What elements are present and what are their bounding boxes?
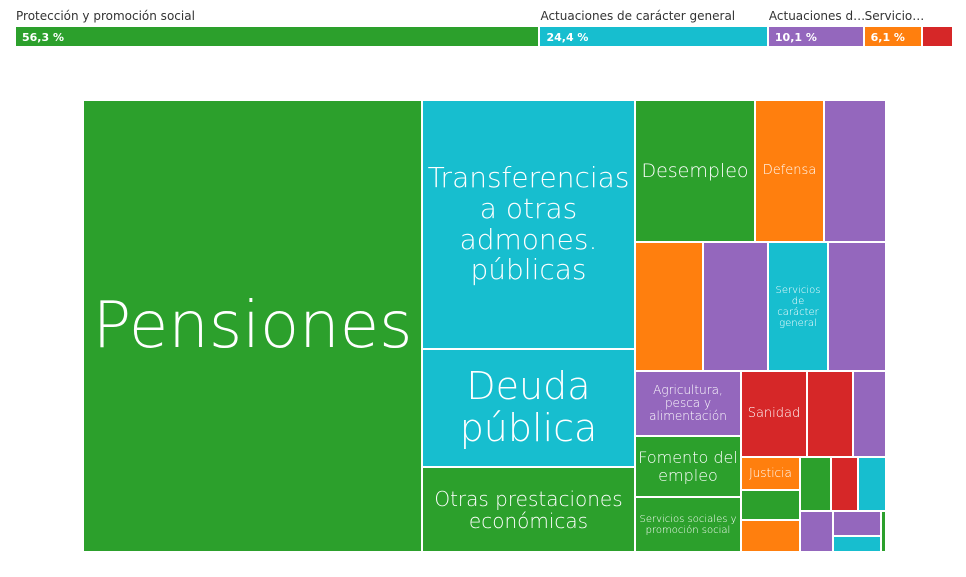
treemap-cell-transferencias-a-otras-admones-publicas[interactable]: Transferencias a otras admones. públicas xyxy=(422,100,635,349)
treemap-cell-unlabeled-18[interactable] xyxy=(831,457,858,511)
treemap-cell-unlabeled-14[interactable] xyxy=(853,371,886,457)
treemap-cell-fomento-del-empleo[interactable]: Fomento del empleo xyxy=(635,436,741,497)
treemap-cell-label: Pensiones xyxy=(92,288,413,363)
treemap-cell-unlabeled-22[interactable] xyxy=(741,520,800,552)
treemap-cell-unlabeled-26[interactable] xyxy=(833,536,881,552)
treemap-cell-unlabeled-23[interactable] xyxy=(800,511,833,552)
treemap-cell-label: Servicios de carácter general xyxy=(775,284,821,329)
treemap-cell-unlabeled-24[interactable] xyxy=(833,511,881,536)
treemap-cell-label: Transferencias a otras admones. públicas xyxy=(427,160,630,287)
treemap-cell-unlabeled-17[interactable] xyxy=(800,457,831,511)
treemap-cell-agricultura-pesca-y-alimentacion[interactable]: Agricultura, pesca y alimentación xyxy=(635,371,741,436)
treemap-chart: Protección y promoción social 56,3 % Actua… xyxy=(0,0,966,577)
treemap-cell-justicia[interactable]: Justicia xyxy=(741,457,800,490)
treemap-cell-unlabeled-8[interactable] xyxy=(703,242,768,371)
share-label-actuaciones-general: Actuaciones de carácter general xyxy=(540,9,736,23)
treemap-cell-pensiones[interactable]: Pensiones xyxy=(83,100,422,552)
treemap-cell-label: Desempleo xyxy=(641,159,749,182)
treemap-cell-label: Justicia xyxy=(749,465,792,480)
treemap-cell-unlabeled-19[interactable] xyxy=(858,457,886,511)
share-segment-proteccion xyxy=(16,27,539,46)
share-segment-otros xyxy=(923,27,952,46)
share-value-proteccion: 56,3 % xyxy=(22,31,64,44)
share-value-servicios-publicos: 6,1 % xyxy=(870,31,905,44)
treemap-cell-deuda-publica[interactable]: Deuda pública xyxy=(422,349,635,467)
treemap-cell-unlabeled-7[interactable] xyxy=(635,242,703,371)
treemap-cell-otras-prestaciones-economicas[interactable]: Otras prestaciones económicas xyxy=(422,467,635,552)
share-label-proteccion: Protección y promoción social xyxy=(16,9,195,23)
treemap-cell-servicios-de-caracter-general[interactable]: Servicios de carácter general xyxy=(768,242,828,371)
treemap-cell-defensa[interactable]: Defensa xyxy=(755,100,824,242)
treemap-cell-desempleo[interactable]: Desempleo xyxy=(635,100,755,242)
treemap-cell-unlabeled-21[interactable] xyxy=(741,490,800,520)
treemap-cell-label: Fomento del empleo xyxy=(638,447,738,485)
treemap-cell-servicios-sociales-y-promocion-social[interactable]: Servicios sociales y promoción social xyxy=(635,497,741,552)
treemap-cell-unlabeled-6[interactable] xyxy=(824,100,886,242)
share-label-servicios-publicos: Servicios... xyxy=(864,9,926,23)
treemap-cell-label: Agricultura, pesca y alimentación xyxy=(649,382,727,424)
share-label-actuaciones-economico: Actuaciones de ... xyxy=(768,9,867,23)
share-value-actuaciones-general: 24,4 % xyxy=(546,31,589,44)
treemap-cell-label: Servicios sociales y promoción social xyxy=(639,513,737,536)
treemap-cell-unlabeled-25[interactable] xyxy=(881,511,886,552)
treemap-cell-label: Deuda pública xyxy=(459,364,598,450)
treemap-cell-unlabeled-13[interactable] xyxy=(807,371,853,457)
treemap-cell-unlabeled-10[interactable] xyxy=(828,242,886,371)
treemap-cell-label: Otras prestaciones económicas xyxy=(434,486,623,533)
treemap-cell-label: Sanidad xyxy=(747,405,801,421)
treemap-cell-sanidad[interactable]: Sanidad xyxy=(741,371,807,457)
share-value-actuaciones-economico: 10,1 % xyxy=(774,31,817,44)
treemap-cell-label: Defensa xyxy=(762,162,817,178)
